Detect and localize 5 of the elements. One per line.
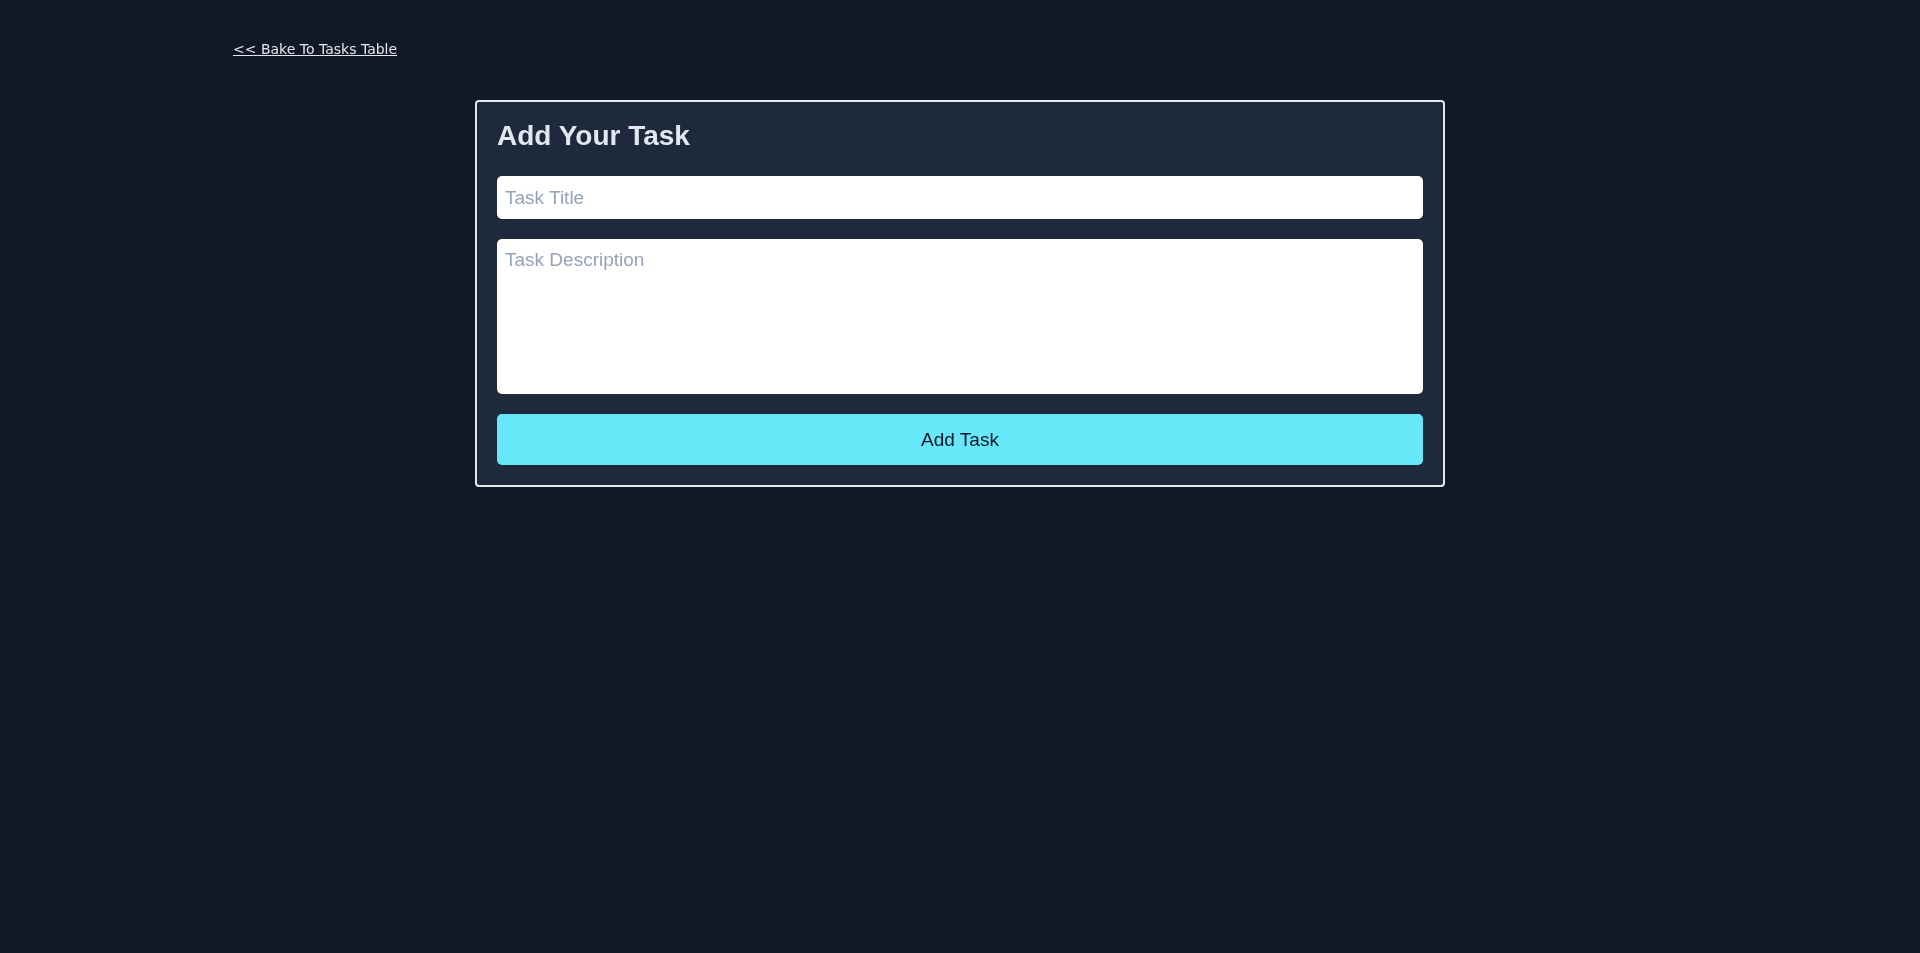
description-text-area[interactable]: Task Description (497, 239, 1423, 394)
back-link[interactable]: << Bake To Tasks Table (233, 41, 398, 57)
add-task-button[interactable]: Add Task (497, 414, 1423, 465)
title-input-field[interactable]: Task Title (497, 176, 1423, 219)
form-title: Add Your Task (497, 120, 691, 152)
